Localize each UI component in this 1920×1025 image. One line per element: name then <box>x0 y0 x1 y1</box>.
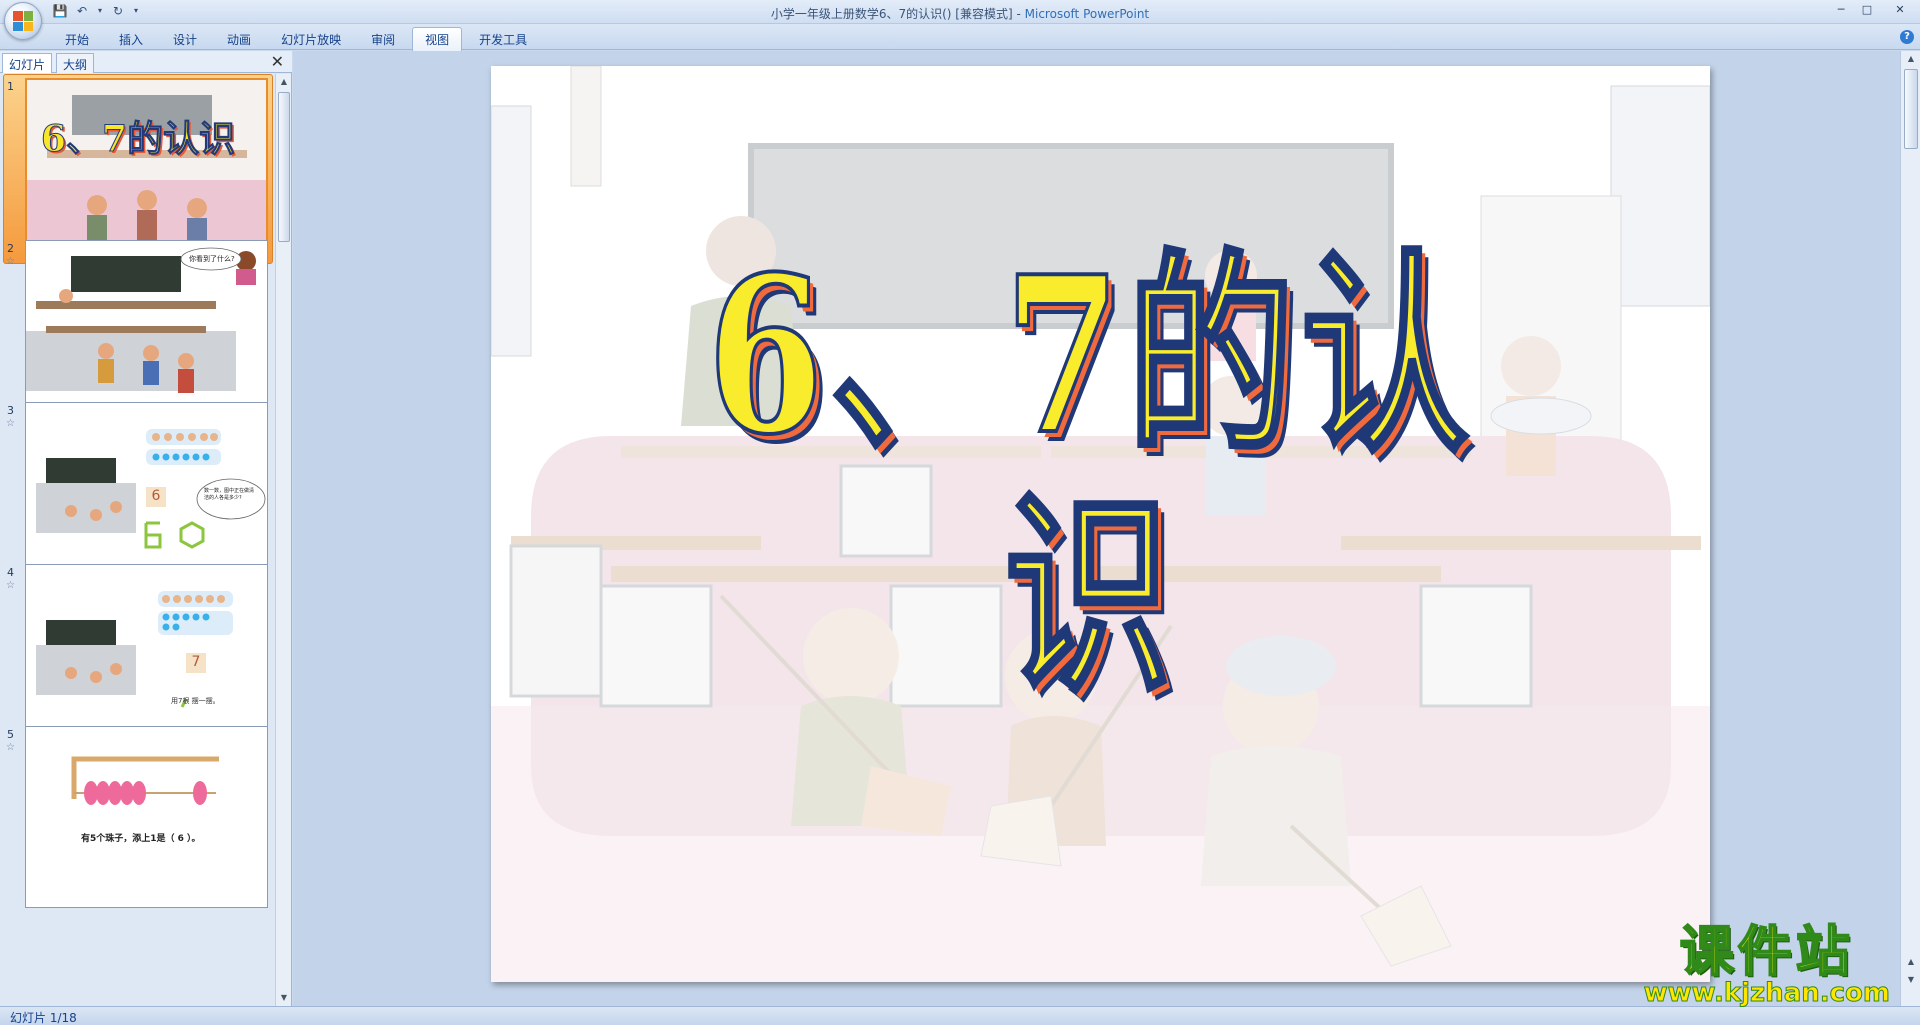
window-controls: ─ □ ✕ <box>1828 0 1920 20</box>
previous-slide-icon[interactable]: ▲ <box>1903 954 1919 970</box>
slide-number: 2 <box>7 242 14 255</box>
scroll-up-icon[interactable]: ▲ <box>276 74 292 90</box>
office-logo-icon <box>13 11 33 31</box>
tab-insert[interactable]: 插入 <box>106 27 156 52</box>
close-panel-icon[interactable]: ✕ <box>271 53 284 71</box>
slides-panel: 幻灯片 大纲 ✕ 1 6、7的认识 2 ☆ 你看到了什么? 3 ☆ 6 数一数，… <box>0 51 292 1006</box>
slide-editor-area: 6、7的认识 <box>293 51 1900 1006</box>
watermark-url: www.kjzhan.com <box>1643 978 1890 1008</box>
scroll-thumb[interactable] <box>1904 69 1918 149</box>
slide-counter: 幻灯片 1/18 <box>10 1011 77 1025</box>
slide-number: 3 <box>7 404 14 417</box>
thumbnail-image: 7 用7根 摆一摆。 <box>25 564 268 746</box>
ribbon-tab-bar: 开始 插入 设计 动画 幻灯片放映 审阅 视图 开发工具 ? <box>0 24 1920 52</box>
thumbnail-caption: 用7根 摆一摆。 <box>171 697 220 705</box>
window-title: 小学一年级上册数学6、7的认识() [兼容模式] - Microsoft Pow… <box>0 5 1920 22</box>
title-separator: - <box>1012 7 1025 21</box>
panel-scrollbar[interactable]: ▲ ▼ <box>275 74 291 1006</box>
thumbnail-digit: 6 <box>151 488 161 504</box>
thumbnail-image: 6、7的认识 <box>25 78 268 260</box>
watermark-logo-text: 课件站 <box>1679 920 1854 983</box>
tab-slideshow[interactable]: 幻灯片放映 <box>268 27 354 52</box>
document-name: 小学一年级上册数学6、7的认识() [兼容模式] <box>770 7 1013 21</box>
title-bar: 💾 ↶ ▾ ↻ ▾ 小学一年级上册数学6、7的认识() [兼容模式] - Mic… <box>0 0 1920 24</box>
thumbnail-image: 有5个珠子，添上1是（ 6 ）。 <box>25 726 268 908</box>
tab-developer[interactable]: 开发工具 <box>466 27 540 52</box>
help-icon[interactable]: ? <box>1900 30 1914 44</box>
office-button[interactable] <box>4 2 42 40</box>
thumbnail-digit: 7 <box>191 654 201 670</box>
slide-number: 4 <box>7 566 14 579</box>
thumbnail-caption: 有5个珠子，添上1是（ 6 ）。 <box>81 834 201 844</box>
tab-view[interactable]: 视图 <box>412 27 463 52</box>
thumbnail-abacus-illustration <box>26 727 267 907</box>
current-slide[interactable]: 6、7的认识 <box>491 66 1710 982</box>
next-slide-icon[interactable]: ▼ <box>1903 972 1919 988</box>
thumbnail-image: 6 数一数，图中正在做清洁的人各是多少? <box>25 402 268 584</box>
tab-outline[interactable]: 大纲 <box>56 53 95 73</box>
status-bar: 幻灯片 1/18 <box>0 1006 1920 1025</box>
thumbnail-counting-illustration <box>26 565 267 745</box>
ribbon-tabs: 开始 插入 设计 动画 幻灯片放映 审阅 视图 开发工具 <box>52 27 544 52</box>
thumbnail-classroom-illustration <box>27 80 266 258</box>
thumbnail-bubble-text: 你看到了什么? <box>189 255 235 263</box>
animation-star-icon: ☆ <box>6 418 15 429</box>
slide-scrollbar[interactable]: ▲ ▲ ▼ <box>1900 51 1920 1006</box>
thumbnail-classroom-illustration <box>26 241 267 421</box>
thumbnail-title: 6、7的认识 <box>40 118 236 161</box>
thumbnail-image: 你看到了什么? <box>25 240 268 422</box>
tab-slides[interactable]: 幻灯片 <box>2 53 53 73</box>
thumbnail-bubble-text: 数一数，图中正在做清洁的人各是多少? <box>204 488 255 501</box>
scroll-up-icon[interactable]: ▲ <box>1903 51 1919 67</box>
slide-thumbnails: 1 6、7的认识 2 ☆ 你看到了什么? 3 ☆ 6 数一数，图中正在做清洁的人… <box>0 74 276 1006</box>
slide-number: 5 <box>7 728 14 741</box>
tab-design[interactable]: 设计 <box>160 27 210 52</box>
animation-star-icon: ☆ <box>6 580 15 591</box>
tab-home[interactable]: 开始 <box>52 27 102 52</box>
scroll-thumb[interactable] <box>278 92 290 242</box>
slide-number: 1 <box>7 80 14 93</box>
panel-tabs: 幻灯片 大纲 ✕ <box>0 51 292 73</box>
animation-star-icon: ☆ <box>6 742 15 753</box>
tab-animations[interactable]: 动画 <box>214 27 264 52</box>
tab-review[interactable]: 审阅 <box>358 27 408 52</box>
maximize-button[interactable]: □ <box>1854 0 1880 20</box>
slide-title[interactable]: 6、7的认识 <box>701 234 1481 718</box>
close-window-button[interactable]: ✕ <box>1880 0 1920 20</box>
slide-thumbnail-5[interactable]: 5 ☆ 有5个珠子，添上1是（ 6 ）。 <box>0 722 276 912</box>
animation-star-icon: ☆ <box>6 256 15 267</box>
scroll-down-icon[interactable]: ▼ <box>276 990 292 1006</box>
site-watermark: 课件站 www.kjzhan.com <box>1643 920 1890 1008</box>
app-name: Microsoft PowerPoint <box>1024 7 1150 21</box>
minimize-button[interactable]: ─ <box>1828 0 1854 20</box>
